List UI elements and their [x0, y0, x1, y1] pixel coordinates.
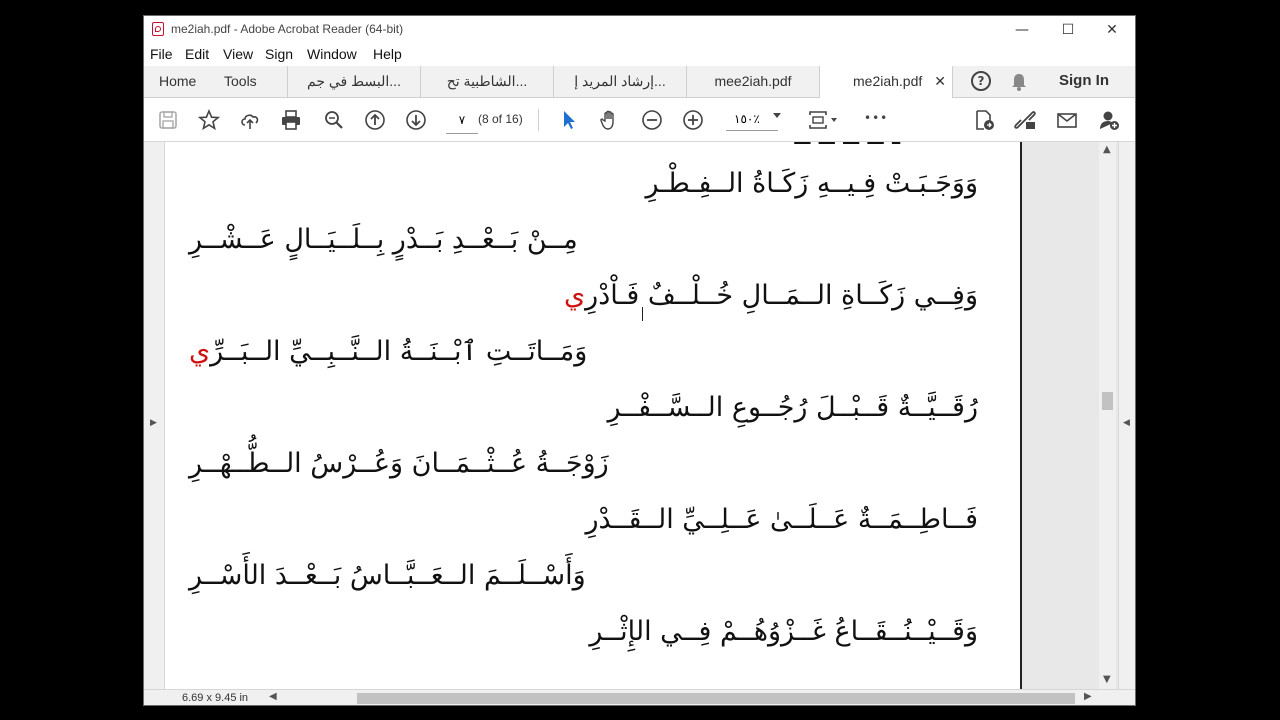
fit-dropdown-chevron-icon[interactable] — [831, 118, 837, 122]
verse-text: وَقَــيْــنُــقَــاعُ غَــزْوُهُــمْ فِـ… — [589, 616, 978, 647]
help-icon[interactable]: ? — [971, 71, 991, 91]
expand-left-pane-icon[interactable]: ▶ — [150, 418, 157, 428]
maximize-button[interactable]: ☐ — [1045, 16, 1091, 44]
tab-document[interactable]: إرشاد المريد إ... — [554, 66, 687, 97]
fit-page-icon[interactable] — [806, 108, 830, 132]
tab-document-label: الشاطبية تح... — [446, 73, 528, 89]
vertical-scrollbar[interactable]: ▲ ▼ — [1099, 142, 1116, 689]
page-number-input[interactable] — [446, 107, 478, 134]
hand-tool-icon[interactable] — [598, 108, 622, 132]
menu-sign[interactable]: Sign — [265, 46, 293, 62]
verse-text: وَمَــاتَــتِ ٱبْــنَــةُ الــنَّــبِــي… — [210, 336, 588, 367]
toolbar: (8 of 16) ••• — [144, 98, 1135, 142]
verse-text: وَوَجَـبَـتْ فِـيــهِ زَكَـاةُ الــفِـطْ… — [645, 168, 978, 199]
email-icon[interactable] — [1055, 108, 1079, 132]
tab-tools[interactable]: Tools — [216, 66, 288, 97]
verse-line: وَفِــي زَكَــاةِ الــمَــالِ خُــلْــفٌ… — [564, 280, 978, 311]
bookmark-star-icon[interactable] — [197, 108, 221, 132]
verse-line: وَمَــاتَــتِ ٱبْــنَــةُ الــنَّــبِــي… — [189, 336, 587, 367]
verse-partial-top: ـ ــ ــ ــ ــ — [794, 142, 900, 151]
tab-document[interactable]: الشاطبية تح... — [421, 66, 554, 97]
share-link-icon[interactable] — [1013, 108, 1037, 132]
save-icon[interactable] — [156, 108, 180, 132]
help-glyph: ? — [977, 74, 985, 88]
title-bar: me2iah.pdf - Adobe Acrobat Reader (64-bi… — [144, 16, 1135, 44]
page-count: (8 of 16) — [478, 112, 523, 126]
zoom-out-icon[interactable] — [640, 108, 664, 132]
tab-home[interactable]: Home — [144, 66, 216, 97]
toolbar-divider — [538, 109, 539, 131]
more-tools-button[interactable]: ••• — [864, 111, 888, 125]
verse-line: رُقَــيَّــةٌ قَــبْــلَ رُجُــوعِ الــس… — [607, 392, 978, 423]
minimize-button[interactable]: — — [999, 16, 1045, 44]
page-size-label: 6.69 x 9.45 in — [182, 692, 249, 704]
menu-file[interactable]: File — [150, 46, 173, 62]
sign-in-button[interactable]: Sign In — [1059, 72, 1109, 89]
verse-red-letter: ي — [564, 280, 586, 311]
zoom-dropdown-chevron-icon[interactable] — [773, 113, 781, 118]
verse-red-letter: ي — [189, 336, 211, 367]
menu-view[interactable]: View — [223, 46, 253, 62]
verse-text: وَأَسْــلَــمَ الــعَــبَّــاسُ بَــعْــ… — [189, 560, 586, 591]
previous-page-icon[interactable] — [363, 108, 387, 132]
text-cursor-icon — [642, 307, 643, 321]
select-cursor-icon[interactable] — [557, 108, 581, 132]
verse-line: وَأَسْــلَــمَ الــعَــبَّــاسُ بَــعْــ… — [189, 560, 586, 591]
next-page-icon[interactable] — [404, 108, 428, 132]
verse-line: وَوَجَـبَـتْ فِـيــهِ زَكَـاةُ الــفِـطْ… — [645, 168, 978, 199]
horizontal-scroll-thumb[interactable] — [357, 693, 1075, 704]
zoom-level-input[interactable] — [726, 107, 778, 131]
scroll-down-icon[interactable]: ▼ — [1103, 674, 1111, 685]
menu-help[interactable]: Help — [373, 46, 402, 62]
verse-line: زَوْجَــةُ عُــثْــمَــانَ وَعُــرْسُ ال… — [189, 448, 609, 479]
vertical-scroll-thumb[interactable] — [1102, 392, 1113, 410]
print-icon[interactable] — [279, 108, 303, 132]
scroll-up-icon[interactable]: ▲ — [1103, 144, 1111, 155]
verse-line: وَقَــيْــنُــقَــاعُ غَــزْوُهُــمْ فِـ… — [589, 616, 978, 647]
left-pane-collapsed[interactable]: ▶ — [144, 142, 165, 689]
verse-text: زَوْجَــةُ عُــثْــمَــانَ وَعُــرْسُ ال… — [189, 448, 609, 479]
tab-document-label: البسط في جم... — [307, 73, 401, 89]
tab-bar: Home Tools البسط في جم... الشاطبية تح...… — [144, 66, 1135, 98]
zoom-in-icon[interactable] — [681, 108, 705, 132]
verse-text: فَــاطِــمَــةٌ عَــلَــىٰ عَــلِــيِّ ا… — [585, 504, 978, 535]
tab-document-active[interactable]: me2iah.pdf ✕ — [820, 66, 953, 98]
tab-document[interactable]: البسط في جم... — [288, 66, 421, 97]
verse-text: مِــنْ بَــعْــدِ بَــدْرٍ بِــلَــيَــا… — [189, 224, 578, 255]
tab-document-label: إرشاد المريد إ... — [574, 73, 666, 89]
tab-document-label: me2iah.pdf — [853, 73, 923, 89]
document-area: ▶ ـ ــ ــ ــ ــ وَوَجَـبَـتْ فِـيــهِ زَ… — [144, 142, 1135, 689]
export-pdf-icon[interactable] — [972, 108, 996, 132]
search-icon[interactable] — [322, 108, 346, 132]
menu-edit[interactable]: Edit — [185, 46, 209, 62]
menu-window[interactable]: Window — [307, 46, 357, 62]
verse-line: فَــاطِــمَــةٌ عَــلَــىٰ عَــلِــيِّ ا… — [585, 504, 978, 535]
add-user-icon[interactable] — [1097, 108, 1121, 132]
notification-bell-icon[interactable] — [1010, 72, 1028, 96]
upload-cloud-icon[interactable] — [238, 108, 262, 132]
right-pane-collapsed[interactable]: ◀ — [1118, 142, 1135, 689]
tab-close-icon[interactable]: ✕ — [934, 66, 946, 97]
tab-document-label: mee2iah.pdf — [714, 73, 792, 89]
verse-text: رُقَــيَّــةٌ قَــبْــلَ رُجُــوعِ الــس… — [607, 392, 978, 423]
verse-partial-bottom: ـ ــ ــ ــ ــ ــ — [770, 670, 900, 689]
close-window-button[interactable]: ✕ — [1089, 16, 1135, 44]
menu-bar: File Edit View Sign Window Help — [144, 44, 1135, 66]
pdf-app-icon — [152, 22, 164, 36]
expand-right-pane-icon[interactable]: ◀ — [1123, 418, 1130, 428]
verse-line: مِــنْ بَــعْــدِ بَــدْرٍ بِــلَــيَــا… — [189, 224, 578, 255]
scroll-left-icon[interactable]: ◀ — [269, 691, 277, 702]
acrobat-window: me2iah.pdf - Adobe Acrobat Reader (64-bi… — [143, 15, 1136, 706]
pdf-page[interactable]: ـ ــ ــ ــ ــ وَوَجَـبَـتْ فِـيــهِ زَكَ… — [165, 142, 1022, 689]
verse-text: وَفِــي زَكَــاةِ الــمَــالِ خُــلْــفٌ… — [585, 280, 978, 311]
status-bar: 6.69 x 9.45 in ◀ ▶ — [144, 689, 1135, 705]
tab-document[interactable]: mee2iah.pdf — [687, 66, 820, 97]
scroll-right-icon[interactable]: ▶ — [1084, 691, 1092, 702]
window-title: me2iah.pdf - Adobe Acrobat Reader (64-bi… — [171, 22, 404, 36]
